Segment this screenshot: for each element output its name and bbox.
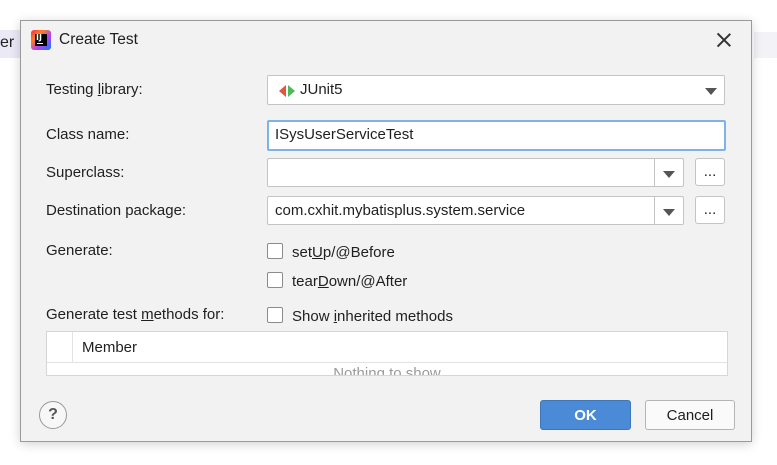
testing-library-label: Testing library: bbox=[46, 81, 143, 98]
generate-methods-label: Generate test methods for: bbox=[46, 306, 225, 323]
setup-before-checkbox[interactable] bbox=[267, 243, 283, 259]
column-separator bbox=[72, 332, 73, 362]
teardown-after-label[interactable]: tearDown/@After bbox=[292, 273, 407, 290]
background-editor-strip bbox=[754, 32, 777, 58]
superclass-browse-button[interactable]: ... bbox=[695, 158, 725, 186]
destination-package-label: Destination package: bbox=[46, 202, 187, 219]
generate-label: Generate: bbox=[46, 242, 113, 259]
destination-package-value: com.cxhit.mybatisplus.system.service bbox=[275, 202, 526, 219]
dialog-titlebar: IJ Create Test bbox=[21, 21, 751, 59]
combo-separator bbox=[654, 159, 655, 186]
show-inherited-label[interactable]: Show inherited methods bbox=[292, 308, 453, 325]
destination-package-combo[interactable]: com.cxhit.mybatisplus.system.service bbox=[267, 196, 684, 225]
testing-library-dropdown[interactable]: JUnit5 bbox=[267, 75, 725, 105]
members-table[interactable]: Member Nothing to show bbox=[46, 331, 728, 376]
chevron-down-icon bbox=[705, 88, 717, 95]
destination-package-browse-button[interactable]: ... bbox=[695, 196, 725, 224]
cancel-label: Cancel bbox=[666, 407, 714, 424]
member-column-header[interactable]: Member bbox=[82, 339, 137, 356]
combo-separator bbox=[654, 197, 655, 224]
class-name-value: ISysUserServiceTest bbox=[275, 126, 414, 143]
browse-label: ... bbox=[703, 201, 717, 218]
class-name-input[interactable]: ISysUserServiceTest bbox=[267, 120, 726, 151]
show-inherited-checkbox[interactable] bbox=[267, 307, 283, 323]
background-editor-text: er bbox=[0, 34, 15, 51]
table-header: Member bbox=[47, 332, 727, 363]
superclass-label: Superclass: bbox=[46, 164, 125, 181]
help-button[interactable]: ? bbox=[39, 401, 67, 429]
ok-button[interactable]: OK bbox=[540, 400, 631, 430]
cancel-button[interactable]: Cancel bbox=[645, 400, 735, 430]
testing-library-value: JUnit5 bbox=[300, 81, 343, 98]
setup-before-label[interactable]: setUp/@Before bbox=[292, 244, 395, 261]
dialog-title: Create Test bbox=[59, 31, 138, 48]
background-editor-fragment: er bbox=[0, 30, 22, 58]
teardown-after-checkbox[interactable] bbox=[267, 272, 283, 288]
empty-table-text: Nothing to show bbox=[333, 365, 441, 376]
class-name-label: Class name: bbox=[46, 126, 130, 143]
superclass-combo[interactable] bbox=[267, 158, 684, 187]
junit5-icon bbox=[279, 85, 295, 97]
close-icon[interactable] bbox=[713, 29, 735, 51]
chevron-down-icon[interactable] bbox=[663, 209, 675, 216]
create-test-dialog: IJ Create Test Testing library: JUnit5 C… bbox=[20, 20, 752, 442]
intellij-idea-icon: IJ bbox=[31, 30, 51, 50]
chevron-down-icon[interactable] bbox=[663, 171, 675, 178]
ok-label: OK bbox=[574, 407, 597, 424]
help-icon: ? bbox=[48, 406, 58, 423]
browse-label: ... bbox=[703, 163, 717, 180]
